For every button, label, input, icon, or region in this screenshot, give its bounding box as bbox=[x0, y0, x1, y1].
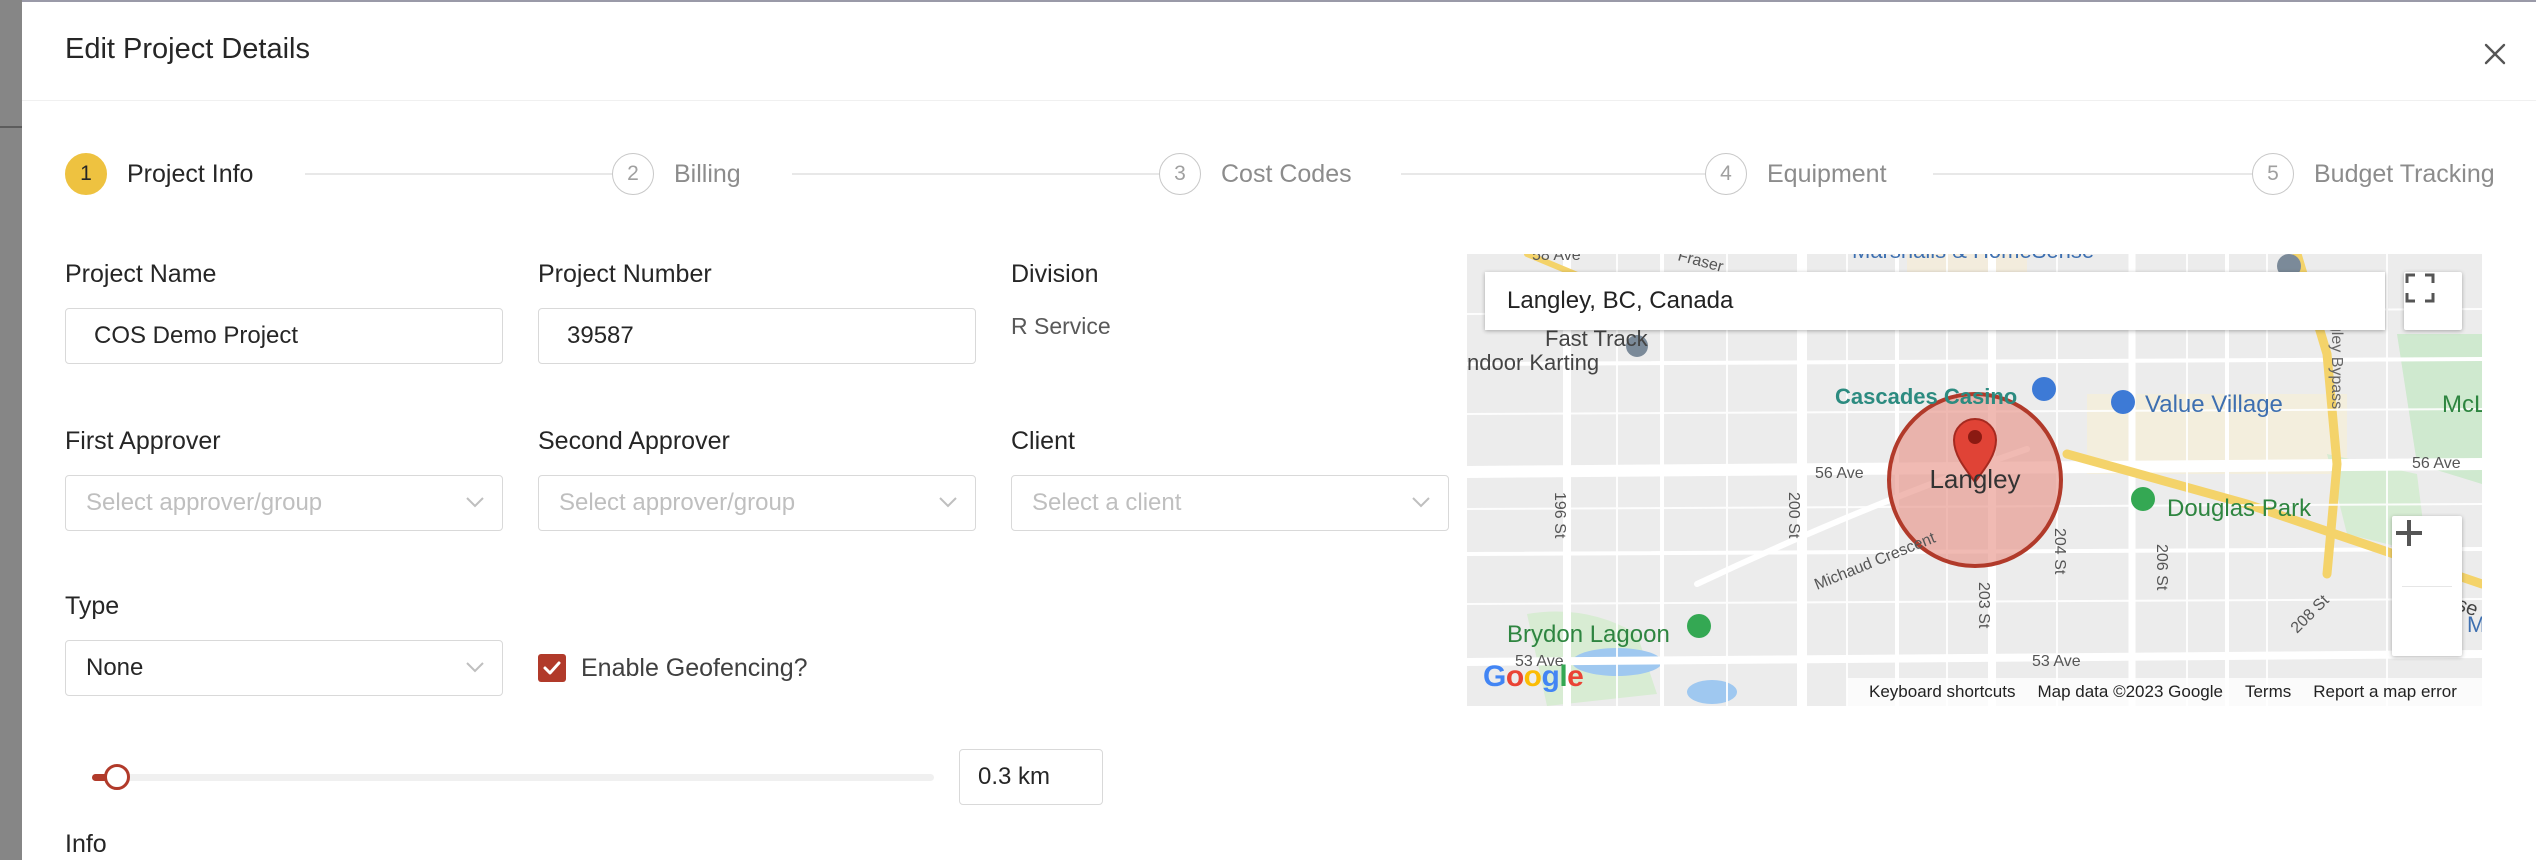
modal-header: Edit Project Details bbox=[22, 2, 2536, 101]
street-label: 203 St bbox=[1975, 582, 1992, 629]
poi-label: Brydon Lagoon bbox=[1507, 621, 1670, 648]
keyboard-shortcuts-link[interactable]: Keyboard shortcuts bbox=[1869, 682, 2015, 702]
step-label: Billing bbox=[674, 159, 741, 188]
street-label: 204 St bbox=[2051, 528, 2068, 575]
client-label: Client bbox=[1011, 427, 1075, 455]
fullscreen-button[interactable] bbox=[2404, 272, 2462, 330]
close-icon bbox=[2484, 43, 2506, 65]
geofencing-checkbox[interactable] bbox=[538, 654, 566, 682]
step-label: Project Info bbox=[127, 159, 254, 188]
step-number: 5 bbox=[2252, 153, 2294, 195]
chevron-down-icon bbox=[939, 497, 957, 508]
division-value: R Service bbox=[1011, 313, 1111, 339]
type-select[interactable]: None bbox=[65, 640, 503, 696]
first-approver-select[interactable]: Select approver/group bbox=[65, 475, 503, 531]
step-label: Budget Tracking bbox=[2314, 159, 2495, 188]
project-number-input[interactable] bbox=[538, 308, 976, 364]
street-label: 196 St bbox=[1551, 492, 1568, 539]
type-label: Type bbox=[65, 592, 120, 620]
chevron-down-icon bbox=[1412, 497, 1430, 508]
project-name-label: Project Name bbox=[65, 260, 217, 288]
radius-slider-handle[interactable] bbox=[104, 764, 131, 790]
radius-slider-rail[interactable] bbox=[92, 774, 934, 781]
poi-label: M bbox=[2467, 612, 2482, 637]
step-connector bbox=[1933, 173, 2253, 175]
step-number: 3 bbox=[1159, 153, 1201, 195]
type-value: None bbox=[86, 654, 144, 681]
zoom-out-button[interactable] bbox=[2392, 531, 2462, 656]
poi-label: Marshalls & HomeSense bbox=[1852, 254, 2094, 263]
first-approver-placeholder: Select approver/group bbox=[86, 489, 323, 516]
step-connector bbox=[1401, 173, 1706, 175]
map-center-label: Langley bbox=[1929, 464, 2020, 494]
map-footer: Keyboard shortcuts Map data ©2023 Google… bbox=[1847, 678, 2482, 706]
first-approver-label: First Approver bbox=[65, 427, 221, 455]
zoom-controls bbox=[2392, 516, 2462, 656]
minus-icon bbox=[2396, 531, 2422, 535]
poi-label: Value Village bbox=[2145, 391, 2283, 418]
poi-label: Douglas Park bbox=[2167, 495, 2312, 522]
terms-link[interactable]: Terms bbox=[2245, 682, 2291, 702]
project-name-input[interactable] bbox=[65, 308, 503, 364]
project-number-label: Project Number bbox=[538, 260, 712, 288]
street-label: 56 Ave bbox=[2412, 455, 2461, 472]
client-placeholder: Select a client bbox=[1032, 489, 1182, 516]
street-label: Michaud Crescent bbox=[1812, 529, 1938, 593]
chevron-down-icon bbox=[466, 662, 484, 673]
fullscreen-icon bbox=[2405, 273, 2435, 303]
google-logo: Google bbox=[1483, 660, 1584, 693]
chevron-down-icon bbox=[466, 497, 484, 508]
second-approver-placeholder: Select approver/group bbox=[559, 489, 796, 516]
modal-title: Edit Project Details bbox=[65, 33, 310, 65]
check-icon bbox=[543, 661, 561, 675]
geofencing-label: Enable Geofencing? bbox=[581, 654, 808, 682]
division-label: Division bbox=[1011, 260, 1099, 288]
modal-backdrop bbox=[0, 0, 22, 860]
step-project-info[interactable]: 1 Project Info bbox=[65, 150, 253, 198]
step-number: 4 bbox=[1705, 153, 1747, 195]
poi-label: McL bbox=[2442, 391, 2482, 418]
step-label: Cost Codes bbox=[1221, 159, 1352, 188]
street-label: 206 St bbox=[2153, 544, 2170, 591]
step-number: 2 bbox=[612, 153, 654, 195]
map-search-input[interactable]: Langley, BC, Canada bbox=[1485, 272, 2385, 330]
street-label: 58 Ave bbox=[1532, 254, 1581, 264]
street-label: 53 Ave bbox=[2032, 653, 2081, 670]
report-error-link[interactable]: Report a map error bbox=[2313, 682, 2457, 702]
street-label: 208 St bbox=[2288, 592, 2333, 637]
step-label: Equipment bbox=[1767, 159, 1887, 188]
poi-label: ndoor Karting bbox=[1467, 350, 1599, 375]
street-label: 200 St bbox=[1785, 492, 1802, 539]
step-connector bbox=[792, 173, 1160, 175]
step-budget-tracking[interactable]: 5 Budget Tracking bbox=[2252, 150, 2495, 198]
step-number: 1 bbox=[65, 153, 107, 195]
step-equipment[interactable]: 4 Equipment bbox=[1705, 150, 1887, 198]
backdrop-divider bbox=[0, 126, 22, 128]
street-label: 56 Ave bbox=[1815, 465, 1864, 482]
close-button[interactable] bbox=[2479, 38, 2511, 70]
step-connector bbox=[305, 173, 613, 175]
map-view[interactable]: Fast Track ndoor Karting Cascades Casino… bbox=[1467, 254, 2482, 706]
client-select[interactable]: Select a client bbox=[1011, 475, 1449, 531]
second-approver-select[interactable]: Select approver/group bbox=[538, 475, 976, 531]
info-label: Info bbox=[65, 830, 107, 858]
edit-project-modal: Edit Project Details 1 Project Info 2 Bi… bbox=[22, 0, 2536, 860]
second-approver-label: Second Approver bbox=[538, 427, 730, 455]
step-cost-codes[interactable]: 3 Cost Codes bbox=[1159, 150, 1352, 198]
step-billing[interactable]: 2 Billing bbox=[612, 150, 741, 198]
wizard-steps: 1 Project Info 2 Billing 3 Cost Codes 4 … bbox=[65, 150, 2525, 198]
poi-label: Cascades Casino bbox=[1835, 384, 2017, 409]
radius-input[interactable]: 0.3 km bbox=[959, 749, 1103, 805]
map-data-attribution: Map data ©2023 Google bbox=[2037, 682, 2223, 701]
